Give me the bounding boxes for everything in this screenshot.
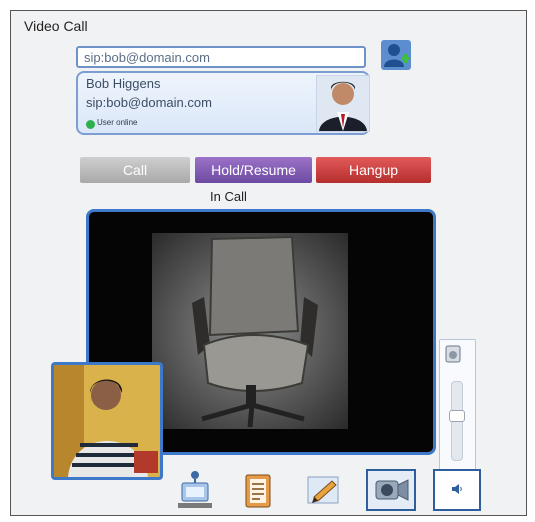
call-status-label: In Call bbox=[210, 189, 247, 204]
speaker-volume-icon[interactable] bbox=[444, 344, 464, 364]
online-status-icon bbox=[86, 120, 95, 129]
remote-video-feed bbox=[152, 233, 348, 429]
contact-sip-address: sip:bob@domain.com bbox=[86, 95, 212, 110]
sip-address-input[interactable] bbox=[76, 46, 366, 68]
notes-icon[interactable] bbox=[236, 469, 278, 511]
local-video-preview bbox=[51, 362, 163, 480]
hangup-button[interactable]: Hangup bbox=[316, 157, 431, 183]
contact-status: User online bbox=[97, 118, 138, 127]
add-contact-icon[interactable] bbox=[380, 39, 412, 71]
avatar bbox=[316, 75, 370, 132]
contact-name: Bob Higgens bbox=[86, 76, 161, 91]
call-button[interactable]: Call bbox=[80, 157, 190, 183]
network-icon[interactable] bbox=[174, 469, 216, 511]
hold-resume-button[interactable]: Hold/Resume bbox=[195, 157, 312, 183]
camera-icon[interactable] bbox=[366, 469, 416, 511]
panel-title: Video Call bbox=[24, 18, 88, 34]
speaker-icon[interactable] bbox=[451, 482, 463, 494]
volume-slider-thumb[interactable] bbox=[449, 410, 465, 422]
whiteboard-icon[interactable] bbox=[302, 469, 344, 511]
